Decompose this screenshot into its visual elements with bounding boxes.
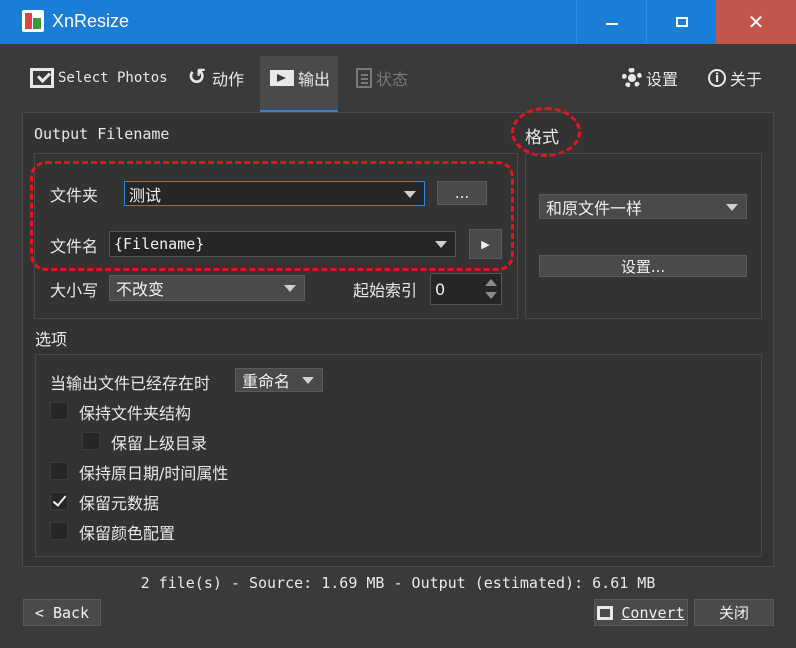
output-settings-panel: Output Filename 文件夹 测试 ... 文件名 {Filename… <box>22 107 774 567</box>
minimize-icon <box>606 23 618 25</box>
case-label: 大小写 <box>50 281 99 300</box>
keep-color-profile-label: 保留颜色配置 <box>79 524 176 543</box>
keep-parent-folder-checkbox[interactable] <box>82 432 100 450</box>
chevron-down-icon <box>726 203 738 211</box>
chevron-down-icon <box>284 285 296 292</box>
if-exists-value: 重命名 <box>242 372 291 391</box>
status-summary: 2 file(s) - Source: 1.69 MB - Output (es… <box>140 574 656 592</box>
highlight-filename-outline <box>30 161 514 271</box>
format-settings-button[interactable]: 设置... <box>539 255 747 277</box>
tab-select-photos[interactable]: Select Photos <box>30 60 168 96</box>
tab-status[interactable]: 状态 <box>356 60 408 96</box>
highlight-format-outline <box>511 107 581 157</box>
spin-down-icon[interactable] <box>485 292 497 299</box>
title-bar: XnResize ✕ <box>0 0 796 44</box>
start-index-spinbox[interactable]: 0 <box>430 273 502 305</box>
keep-datetime-checkbox[interactable] <box>50 462 68 480</box>
maximize-icon <box>676 17 688 27</box>
keep-folder-structure-label: 保持文件夹结构 <box>79 404 192 423</box>
keep-folder-structure-checkbox[interactable] <box>50 402 68 420</box>
case-dropdown[interactable]: 不改变 <box>109 275 305 301</box>
tab-output[interactable]: 输出 <box>270 60 330 96</box>
back-button[interactable]: < Back <box>23 599 101 626</box>
format-value: 和原文件一样 <box>546 198 643 218</box>
clipboard-icon <box>356 68 372 88</box>
start-index-value: 0 <box>435 279 446 299</box>
format-dropdown[interactable]: 和原文件一样 <box>539 194 747 219</box>
tab-output-label: 输出 <box>298 70 331 89</box>
tab-status-label: 状态 <box>376 70 409 89</box>
output-icon <box>270 70 294 86</box>
tab-actions-label: 动作 <box>212 70 245 89</box>
keep-datetime-label: 保持原日期/时间属性 <box>79 464 229 483</box>
select-photos-icon <box>30 68 54 88</box>
undo-icon: ↺ <box>187 65 207 90</box>
about-label: 关于 <box>730 70 763 89</box>
xnresize-app-icon <box>22 10 44 32</box>
format-group <box>525 153 762 319</box>
toolbar: Select Photos ↺ 动作 输出 状态 设置 i 关于 <box>0 44 796 112</box>
case-value: 不改变 <box>116 280 165 299</box>
convert-icon <box>597 605 614 620</box>
close-window-button[interactable]: ✕ <box>716 0 796 44</box>
gear-icon <box>622 68 642 88</box>
options-group-label: 选项 <box>35 330 68 349</box>
settings-button[interactable]: 设置 <box>622 60 678 96</box>
keep-parent-folder-label: 保留上级目录 <box>111 434 208 453</box>
tab-select-photos-label: Select Photos <box>58 70 168 86</box>
keep-metadata-checkbox[interactable] <box>50 492 68 510</box>
window-title: XnResize <box>52 11 130 31</box>
tab-actions[interactable]: ↺ 动作 <box>186 60 244 96</box>
minimize-button[interactable] <box>576 0 647 44</box>
maximize-button[interactable] <box>646 0 717 44</box>
start-index-label: 起始索引 <box>353 281 418 300</box>
close-button[interactable]: 关闭 <box>694 599 774 626</box>
if-exists-label: 当输出文件已经存在时 <box>50 374 211 393</box>
info-icon: i <box>708 69 726 87</box>
keep-metadata-label: 保留元数据 <box>79 494 160 513</box>
settings-label: 设置 <box>646 70 679 89</box>
close-icon: ✕ <box>747 10 765 34</box>
if-exists-dropdown[interactable]: 重命名 <box>235 368 323 392</box>
convert-button[interactable]: Convert <box>594 599 688 626</box>
about-button[interactable]: i 关于 <box>708 60 762 96</box>
output-filename-group-label: Output Filename <box>34 125 170 143</box>
spin-up-icon[interactable] <box>485 279 497 286</box>
chevron-down-icon <box>302 377 314 384</box>
keep-color-profile-checkbox[interactable] <box>50 522 68 540</box>
convert-label: Convert <box>621 603 685 622</box>
